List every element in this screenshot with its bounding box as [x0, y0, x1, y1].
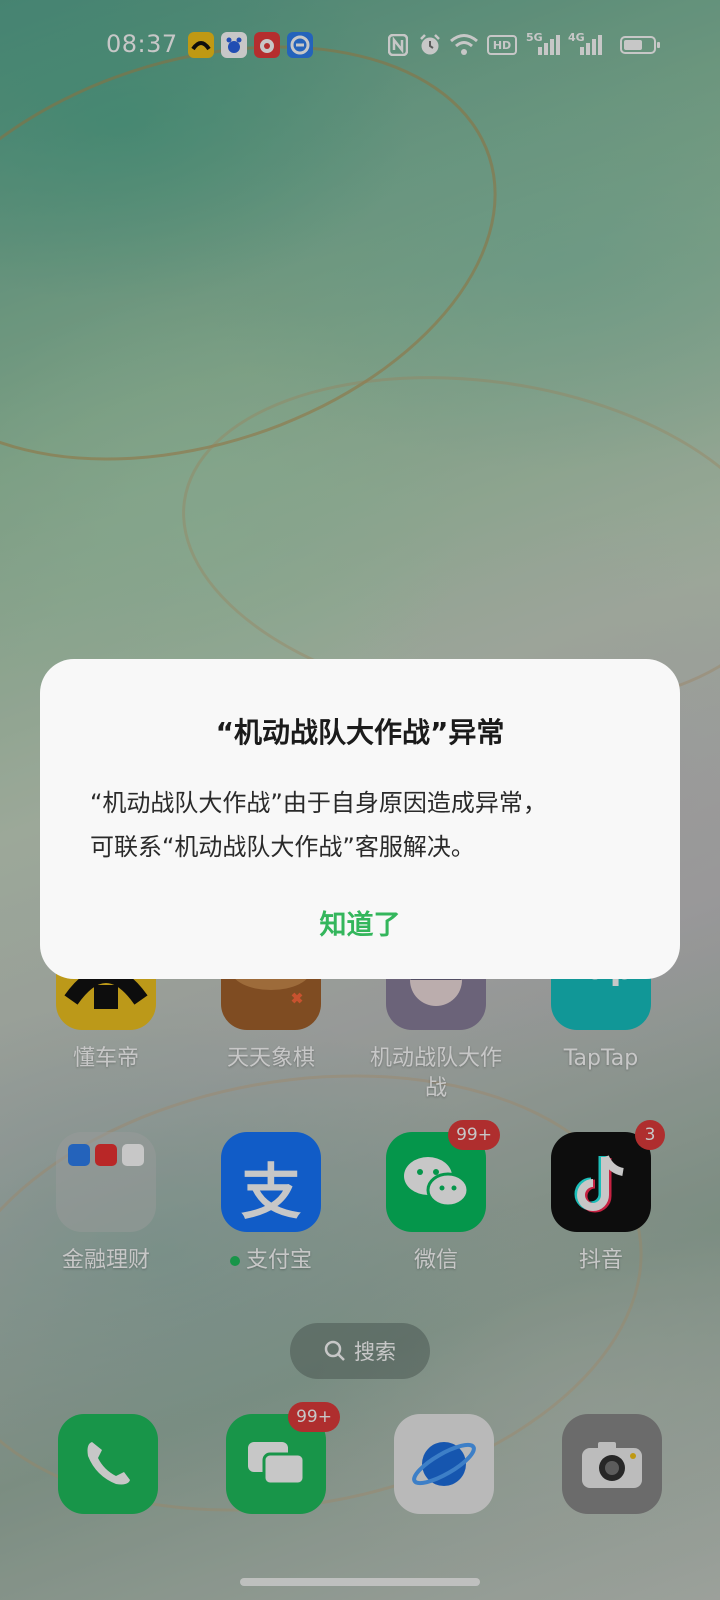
acknowledge-button[interactable]: 知道了 — [40, 903, 680, 942]
dialog-title: “机动战队大作战”异常 — [215, 716, 505, 749]
app-error-dialog: “机动战队大作战”异常 “机动战队大作战”由于自身原因造成异常， 可联系“机动战… — [40, 659, 680, 979]
dialog-message: “机动战队大作战”由于自身原因造成异常， 可联系“机动战队大作战”客服解决。 — [90, 789, 547, 861]
